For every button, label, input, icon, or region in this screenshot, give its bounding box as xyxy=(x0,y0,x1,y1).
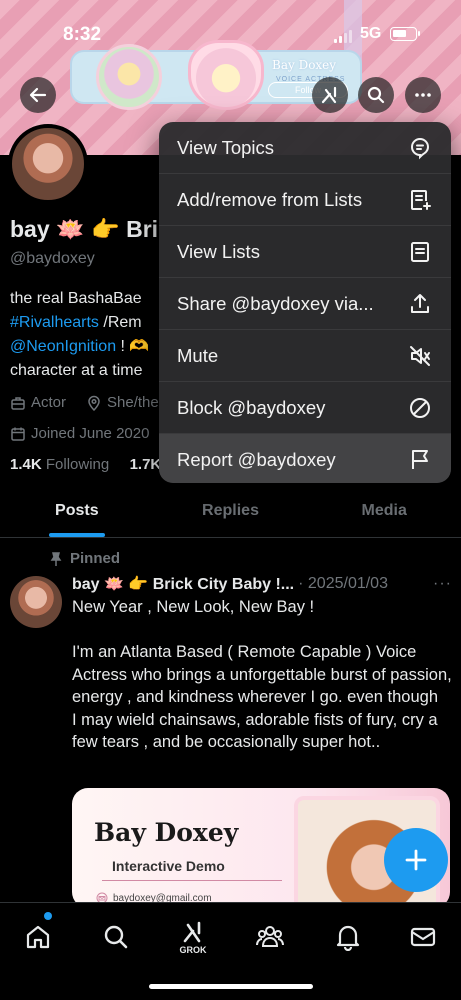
bio-line: @NeonIgnition ! 🫶 xyxy=(10,335,170,359)
list-add-icon xyxy=(407,187,433,213)
mute-icon xyxy=(407,343,433,369)
bio-text: /Rem xyxy=(98,314,142,331)
media-subtitle: Interactive Demo xyxy=(112,858,225,874)
home-indicator xyxy=(149,984,313,989)
following-link[interactable]: 1.4K Following xyxy=(10,456,109,473)
flag-icon xyxy=(407,447,433,473)
home-notification-dot xyxy=(44,912,52,920)
menu-label: Mute xyxy=(177,344,219,366)
profile-tabs: Posts Replies Media xyxy=(0,490,461,538)
menu-mute[interactable]: Mute xyxy=(159,330,451,382)
compose-button[interactable] xyxy=(384,828,448,892)
network-label: 5G xyxy=(360,25,382,42)
communities-icon xyxy=(256,926,284,947)
banner-name: Bay Doxey xyxy=(272,58,337,72)
calendar-icon xyxy=(11,427,25,441)
joined-date: Joined June 2020 xyxy=(31,425,150,442)
nav-messages[interactable] xyxy=(403,917,443,957)
status-bar: 8:32 5G xyxy=(0,0,461,60)
menu-view-topics[interactable]: View Topics xyxy=(159,122,451,174)
mail-icon xyxy=(410,927,436,947)
media-divider xyxy=(102,880,282,881)
more-button[interactable] xyxy=(405,77,441,113)
menu-view-lists[interactable]: View Lists xyxy=(159,226,451,278)
search-button[interactable] xyxy=(358,77,394,113)
bio-line: #Rivalhearts /Rem xyxy=(10,311,170,335)
overflow-menu: View Topics Add/remove from Lists View L… xyxy=(159,122,451,483)
menu-label: Add/remove from Lists xyxy=(177,188,363,210)
grok-icon xyxy=(183,921,201,942)
pinned-text: Pinned xyxy=(70,550,121,567)
post-author[interactable]: bay 🪷 👉 Brick City Baby !... xyxy=(72,574,294,594)
menu-block[interactable]: Block @baydoxey xyxy=(159,382,451,434)
menu-label: Share @baydoxey via... xyxy=(177,292,374,314)
menu-label: View Lists xyxy=(177,240,260,262)
back-button[interactable] xyxy=(20,77,56,113)
post-date: · 2025/01/03 xyxy=(298,575,388,592)
profile-handle: @baydoxey xyxy=(10,250,95,267)
tab-posts[interactable]: Posts xyxy=(0,490,154,537)
media-title: Bay Doxey xyxy=(94,818,239,847)
nav-home[interactable] xyxy=(18,917,58,957)
briefcase-icon xyxy=(11,396,25,410)
bio-text: ! 🫶 xyxy=(116,338,150,355)
grok-button[interactable] xyxy=(312,77,348,113)
nav-grok[interactable]: GROK xyxy=(173,917,213,957)
post-avatar[interactable] xyxy=(10,576,62,628)
share-icon xyxy=(407,291,433,317)
status-time: 8:32 xyxy=(63,24,102,45)
menu-report[interactable]: Report @baydoxey xyxy=(159,434,451,483)
nav-search[interactable] xyxy=(96,917,136,957)
grok-label: GROK xyxy=(179,944,207,955)
nav-notifications[interactable] xyxy=(328,917,368,957)
post-header: bay 🪷 👉 Brick City Baby !... · 2025/01/0… xyxy=(72,574,452,594)
hashtag-link[interactable]: #Rivalhearts xyxy=(10,314,99,331)
plus-icon xyxy=(405,849,427,871)
search-icon xyxy=(104,925,128,949)
pinned-label: Pinned xyxy=(50,550,120,567)
signal-icon xyxy=(334,30,352,43)
bio-line: character at a time xyxy=(10,362,143,379)
search-icon xyxy=(367,86,385,104)
profile-meta: Actor She/the xyxy=(10,394,159,411)
location-icon xyxy=(88,395,100,411)
profile-avatar[interactable] xyxy=(8,124,88,204)
post-more-button[interactable]: ··· xyxy=(433,575,452,593)
more-icon xyxy=(415,93,431,97)
profile-bio: the real BashaBae #Rivalhearts /Rem @Neo… xyxy=(10,287,170,383)
pin-icon xyxy=(50,551,62,566)
topics-icon xyxy=(407,135,433,161)
menu-share[interactable]: Share @baydoxey via... xyxy=(159,278,451,330)
bell-icon xyxy=(336,925,360,951)
following-count: 1.4K xyxy=(10,456,42,473)
tab-replies[interactable]: Replies xyxy=(154,490,308,537)
profile-pronouns: She/the xyxy=(107,394,159,411)
followers-count[interactable]: 1.7K xyxy=(130,456,162,473)
menu-add-remove-lists[interactable]: Add/remove from Lists xyxy=(159,174,451,226)
home-icon xyxy=(26,925,50,949)
grok-icon xyxy=(321,86,337,104)
follow-stats: 1.4K Following 1.7K xyxy=(10,456,161,473)
nav-communities[interactable] xyxy=(250,917,290,957)
display-name: bay 🪷 👉 Bri xyxy=(10,216,159,242)
menu-label: View Topics xyxy=(177,136,275,158)
post-text: New Year , New Look, New Bay ! I'm an At… xyxy=(72,598,452,751)
menu-label: Report @baydoxey xyxy=(177,449,336,470)
profile-category: Actor xyxy=(31,394,67,411)
following-label: Following xyxy=(41,456,110,473)
tab-media[interactable]: Media xyxy=(307,490,461,537)
lists-icon xyxy=(407,239,433,265)
block-icon xyxy=(407,395,433,421)
menu-label: Block @baydoxey xyxy=(177,396,326,418)
profile-joined: Joined June 2020 xyxy=(10,425,149,442)
arrow-left-icon xyxy=(29,87,47,103)
battery-icon xyxy=(390,27,420,41)
bio-line: the real BashaBae xyxy=(10,290,142,307)
mention-link[interactable]: @NeonIgnition xyxy=(10,338,116,355)
